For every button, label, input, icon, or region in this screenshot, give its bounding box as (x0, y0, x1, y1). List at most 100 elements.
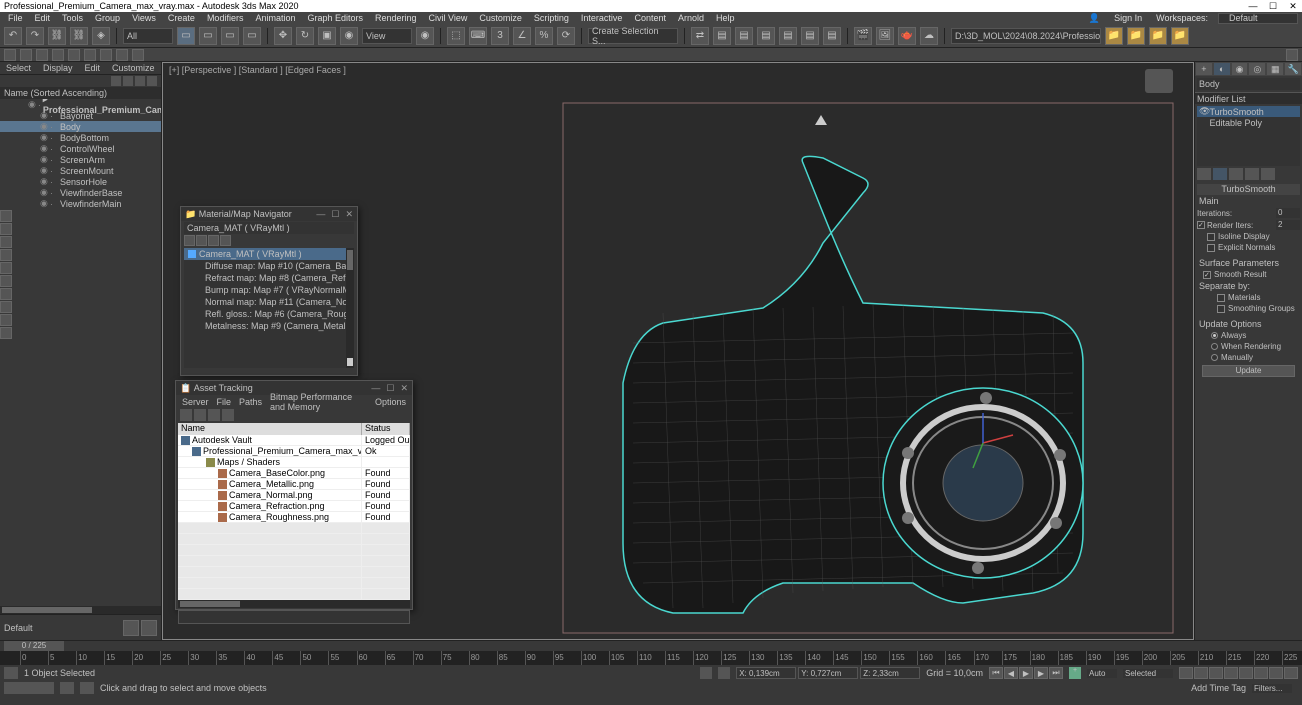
render-setup-icon[interactable]: 🎬 (854, 27, 872, 45)
scale-icon[interactable]: ▣ (318, 27, 336, 45)
project-path-field[interactable]: D:\3D_MOL\2024\08.2024\Professional_Prem… (951, 28, 1101, 44)
window-crossing-icon[interactable]: ▭ (243, 27, 261, 45)
update-button[interactable]: Update (1202, 365, 1295, 377)
undo-icon[interactable]: ↶ (4, 27, 22, 45)
matnav-item[interactable]: Metalness: Map #9 (Camera_Metallic.png) (184, 320, 354, 332)
at-min-icon[interactable]: — (371, 383, 380, 394)
when-render-radio[interactable] (1211, 343, 1218, 350)
menu-create[interactable]: Create (164, 13, 199, 23)
selection-filter-dropdown[interactable]: All (123, 28, 173, 44)
at-close-icon[interactable]: ✕ (400, 383, 408, 394)
tab-edit[interactable]: Edit (79, 63, 107, 73)
rollout-title[interactable]: TurboSmooth (1197, 184, 1300, 195)
se-filter-container-icon[interactable] (0, 314, 12, 326)
asset-grid[interactable]: Name Status Autodesk VaultLogged Out (As… (178, 423, 410, 600)
at-menu-server[interactable]: Server (182, 397, 209, 407)
materials-check[interactable] (1217, 294, 1225, 302)
asset-row[interactable]: Professional_Premium_Camera_max_vray.max… (178, 446, 410, 457)
prev-frame-icon[interactable]: ◀ (1004, 667, 1018, 679)
rotate-icon[interactable]: ↻ (296, 27, 314, 45)
nav-max-icon[interactable] (1239, 667, 1253, 679)
material-editor-icon[interactable]: ▤ (823, 27, 841, 45)
ribbon-btn[interactable] (132, 49, 144, 61)
at-max-icon[interactable]: ☐ (386, 383, 394, 394)
project-folder4-icon[interactable]: 📁 (1171, 27, 1189, 45)
nav-zoom-ext-icon[interactable] (1254, 667, 1268, 679)
at-col-name[interactable]: Name (178, 423, 362, 435)
time-ruler[interactable]: 0510152025303540455055606570758085909510… (0, 651, 1302, 665)
se-filter-cam-icon[interactable] (0, 249, 12, 261)
matnav-view1-icon[interactable] (184, 235, 195, 246)
scene-item[interactable]: ◉·SensorHole (0, 176, 161, 187)
menu-views[interactable]: Views (128, 13, 160, 23)
at-hscroll[interactable] (178, 600, 410, 608)
next-frame-icon[interactable]: ▶ (1034, 667, 1048, 679)
asset-row[interactable]: Camera_Roughness.pngFound (178, 512, 410, 523)
select-icon[interactable]: ▭ (177, 27, 195, 45)
project-folder-icon[interactable]: 📁 (1105, 27, 1123, 45)
matnav-field[interactable]: Camera_MAT ( VRayMtl ) (184, 222, 354, 234)
configure-sets-icon[interactable] (1261, 168, 1275, 180)
scene-item[interactable]: ◉·ViewfinderMain (0, 198, 161, 209)
matnav-view2-icon[interactable] (196, 235, 207, 246)
select-region-icon[interactable]: ▭ (221, 27, 239, 45)
ribbon-btn[interactable] (68, 49, 80, 61)
lock-icon[interactable] (700, 667, 712, 679)
layers-icon[interactable]: ▤ (735, 27, 753, 45)
smoothing-groups-check[interactable] (1217, 305, 1225, 313)
tab-display[interactable]: Display (37, 63, 79, 73)
schematic-icon[interactable]: ▤ (801, 27, 819, 45)
coord-z-field[interactable]: Z: 2,33cm (860, 667, 920, 679)
se-filter-light-icon[interactable] (0, 236, 12, 248)
mirror-icon[interactable]: ⇄ (691, 27, 709, 45)
key-filters-button[interactable]: Filters... (1252, 684, 1292, 693)
matnav-min-icon[interactable]: — (316, 209, 325, 220)
abs-rel-icon[interactable] (718, 667, 730, 679)
render-icon[interactable]: 🫖 (898, 27, 916, 45)
scene-root[interactable]: ◉·▸ Professional_Premium_Camera (0, 99, 161, 110)
minimize-icon[interactable]: — (1248, 1, 1258, 11)
workspace-dropdown[interactable]: Default (1218, 13, 1298, 24)
align-icon[interactable]: ▤ (713, 27, 731, 45)
snap-icon[interactable]: 3 (491, 27, 509, 45)
asset-row[interactable]: Camera_Metallic.pngFound (178, 479, 410, 490)
se-filter-bone-icon[interactable] (0, 301, 12, 313)
nav-pan2-icon[interactable] (1284, 667, 1298, 679)
move-icon[interactable]: ✥ (274, 27, 292, 45)
link-icon[interactable]: ⛓ (48, 27, 66, 45)
se-filter-frozen-icon[interactable] (0, 327, 12, 339)
unlink-icon[interactable]: ⛓ (70, 27, 88, 45)
tab-modify-icon[interactable]: ◐ (1213, 62, 1231, 76)
make-unique-icon[interactable] (1229, 168, 1243, 180)
scene-tree[interactable]: ◉·▸ Professional_Premium_Camera◉·Bayonet… (0, 99, 161, 606)
material-map-navigator[interactable]: 📁 Material/Map Navigator — ☐ ✕ Camera_MA… (180, 206, 358, 376)
nav-fov-icon[interactable] (1224, 667, 1238, 679)
menu-content[interactable]: Content (630, 13, 670, 23)
scene-item[interactable]: ◉·ScreenMount (0, 165, 161, 176)
nav-zoom-icon[interactable] (1194, 667, 1208, 679)
close-icon[interactable]: ✕ (1288, 1, 1298, 11)
se-view-icon[interactable] (135, 76, 145, 86)
menu-scripting[interactable]: Scripting (530, 13, 573, 23)
menu-animation[interactable]: Animation (251, 13, 299, 23)
tab-select[interactable]: Select (0, 63, 37, 73)
ribbon-btn[interactable] (84, 49, 96, 61)
toggle-ribbon-icon[interactable]: ▤ (757, 27, 775, 45)
scene-item[interactable]: ◉·ControlWheel (0, 143, 161, 154)
render-iters-check[interactable] (1197, 221, 1205, 229)
project-folder3-icon[interactable]: 📁 (1149, 27, 1167, 45)
se-close-icon[interactable] (111, 76, 121, 86)
se-filter-shape-icon[interactable] (0, 223, 12, 235)
always-radio[interactable] (1211, 332, 1218, 339)
tab-display-icon[interactable]: ▦ (1266, 62, 1284, 76)
render-iters-field[interactable]: 2 (1276, 220, 1300, 230)
at-menu-options[interactable]: Options (375, 397, 406, 407)
percent-snap-icon[interactable]: % (535, 27, 553, 45)
matnav-item[interactable]: Normal map: Map #11 (Camera_Normal.png) (184, 296, 354, 308)
tab-customize[interactable]: Customize (106, 63, 161, 73)
project-folder2-icon[interactable]: 📁 (1127, 27, 1145, 45)
nav-pan-icon[interactable] (1179, 667, 1193, 679)
asset-row[interactable]: Camera_Normal.pngFound (178, 490, 410, 501)
modifier-stack[interactable]: 👁 TurboSmooth Editable Poly (1197, 106, 1300, 166)
coord-y-field[interactable]: Y: 0,727cm (798, 667, 858, 679)
